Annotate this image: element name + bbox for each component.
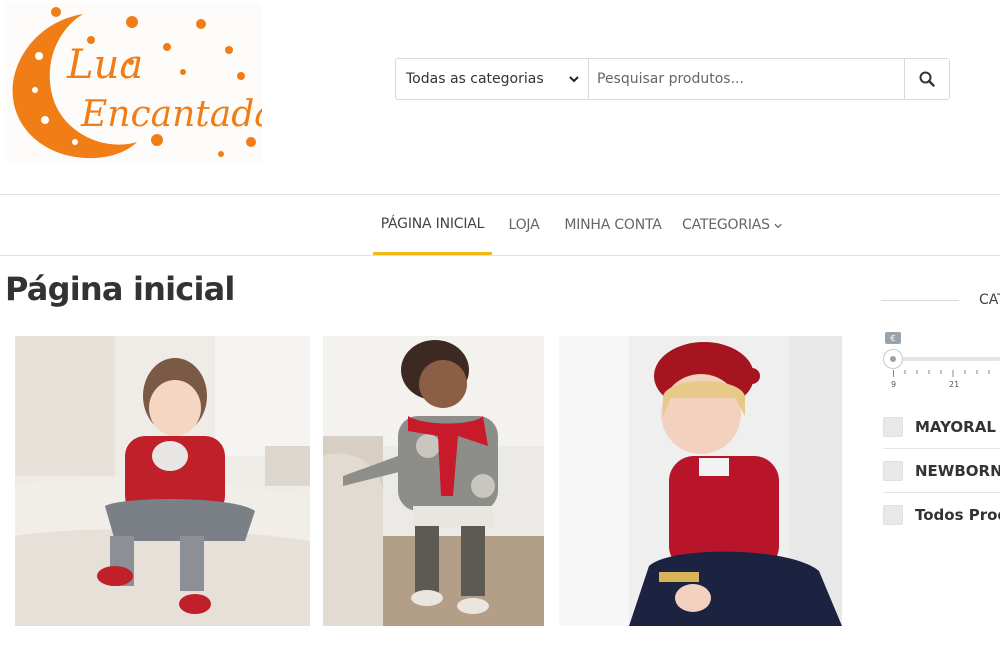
product-photo-3[interactable] bbox=[559, 336, 842, 626]
price-slider-track[interactable] bbox=[893, 357, 1000, 361]
price-badge: € bbox=[885, 332, 901, 344]
chevron-down-icon bbox=[569, 76, 579, 83]
nav-item-loja[interactable]: LOJA bbox=[500, 195, 548, 255]
filter-label: Todos Produ bbox=[915, 506, 1000, 524]
nav-item-label: PÁGINA INICIAL bbox=[380, 215, 485, 232]
baby-red-sweater-image bbox=[15, 336, 310, 626]
search-button[interactable] bbox=[904, 59, 949, 99]
logo-text-encantada: Encantada bbox=[80, 94, 262, 135]
nav-item-categorias[interactable]: CATEGORIAS bbox=[682, 195, 782, 255]
main-nav: PÁGINA INICIAL LOJA MINHA CONTA CATEGORI… bbox=[0, 194, 1000, 256]
filter-checkbox[interactable] bbox=[883, 505, 903, 525]
search-icon bbox=[919, 71, 935, 87]
logo-text-lua: Lua bbox=[66, 42, 143, 88]
nav-item-label: CATEGORIAS bbox=[682, 217, 770, 233]
category-select-value: Todas as categorias bbox=[406, 71, 544, 87]
sidebar-divider bbox=[881, 300, 959, 301]
filter-checkbox[interactable] bbox=[883, 416, 903, 437]
sidebar-heading: CAT bbox=[979, 292, 1000, 308]
filter-label: NEWBORN bbox=[915, 461, 1000, 480]
filter-item-mayoral[interactable]: MAYORAL + bbox=[883, 405, 1000, 449]
price-tick-label: 21 bbox=[949, 380, 960, 389]
price-slider-handle[interactable] bbox=[883, 349, 903, 369]
product-photo-2[interactable] bbox=[323, 336, 544, 626]
search-input[interactable] bbox=[589, 59, 904, 99]
baby-grey-sweater-image bbox=[323, 336, 544, 626]
filter-item-todos-produtos[interactable]: Todos Produ bbox=[883, 493, 1000, 537]
nav-item-label: LOJA bbox=[508, 217, 540, 233]
brand-logo[interactable]: Lua Encantada bbox=[5, 2, 262, 162]
chevron-down-icon bbox=[774, 223, 782, 228]
filter-item-newborn[interactable]: NEWBORN bbox=[883, 449, 1000, 493]
nav-item-minha-conta[interactable]: MINHA CONTA bbox=[560, 195, 666, 255]
nav-item-pagina-inicial[interactable]: PÁGINA INICIAL bbox=[373, 195, 492, 255]
site-header: Lua Encantada Todas as categorias bbox=[0, 0, 1000, 194]
product-photo-1[interactable] bbox=[15, 336, 310, 626]
page-title: Página inicial bbox=[5, 270, 235, 308]
search-bar: Todas as categorias bbox=[395, 58, 950, 100]
filter-checkbox[interactable] bbox=[883, 460, 903, 481]
baby-red-beret-image bbox=[559, 336, 842, 626]
filter-label: MAYORAL bbox=[915, 417, 996, 436]
category-select[interactable]: Todas as categorias bbox=[396, 59, 589, 99]
logo-graphic: Lua Encantada bbox=[12, 7, 262, 159]
nav-item-label: MINHA CONTA bbox=[564, 217, 662, 233]
price-slider-ticks bbox=[893, 370, 990, 377]
price-tick-label: 9 bbox=[891, 380, 897, 389]
